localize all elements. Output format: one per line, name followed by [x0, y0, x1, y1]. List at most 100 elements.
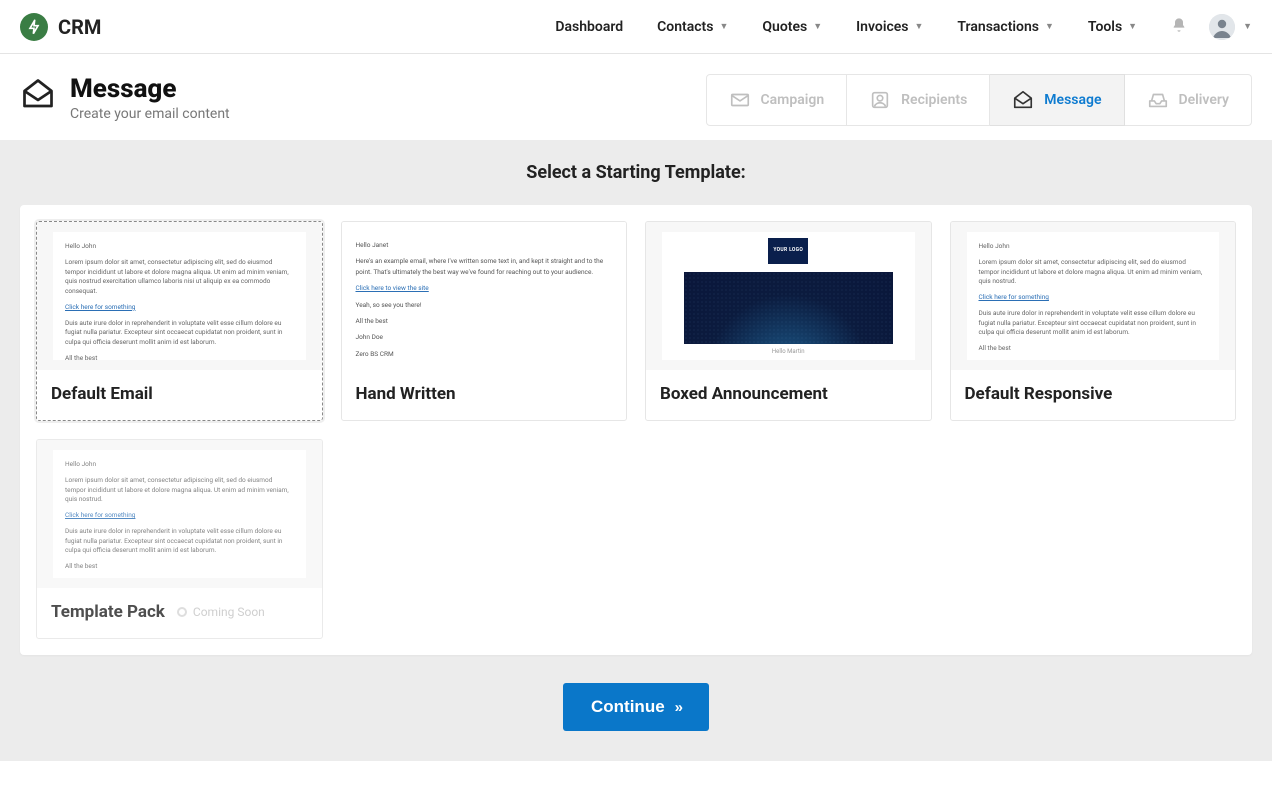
preview-greeting: Hello Janet: [356, 240, 613, 250]
preview-signoff: All the best: [979, 344, 1208, 354]
preview-link: Click here to view the site: [356, 283, 613, 293]
chevron-down-icon: ▼: [915, 21, 924, 32]
section-title: Select a Starting Template:: [20, 162, 1252, 183]
wizard-steps: Campaign Recipients Message Delivery: [706, 74, 1253, 126]
preview-text: Here's an example email, where I've writ…: [356, 256, 613, 277]
inbox-icon: [1147, 89, 1169, 111]
preview-greeting: Hello John: [65, 460, 294, 470]
brand-logo-icon: [20, 13, 48, 41]
preview-body: Hello John Lorem ipsum dolor sit amet, c…: [53, 450, 306, 578]
preview-signoff: All the best: [65, 354, 294, 360]
preview-logo: YOUR LOGO: [768, 238, 808, 264]
nav-dashboard[interactable]: Dashboard: [555, 19, 623, 35]
step-delivery[interactable]: Delivery: [1125, 74, 1253, 126]
envelope-open-icon: [1012, 89, 1034, 111]
preview-greeting: Hello John: [65, 242, 294, 252]
coming-soon-badge: Coming Soon: [177, 605, 265, 619]
top-bar: CRM Dashboard Contacts ▼ Quotes ▼ Invoic…: [0, 0, 1272, 54]
nav-transactions[interactable]: Transactions ▼: [957, 19, 1054, 35]
template-default-email[interactable]: Hello John Lorem ipsum dolor sit amet, c…: [36, 221, 323, 421]
template-title: Boxed Announcement: [660, 384, 828, 404]
body-area: Select a Starting Template: Hello John L…: [0, 140, 1272, 761]
preview-text: Lorem ipsum dolor sit amet, consectetur …: [65, 476, 294, 505]
users-icon: [869, 89, 891, 111]
step-label: Campaign: [761, 92, 825, 108]
preview-link: Click here for something: [979, 293, 1208, 303]
nav-label: Transactions: [957, 19, 1039, 35]
info-icon: [177, 607, 187, 617]
preview-text: Duis aute irure dolor in reprehenderit i…: [65, 319, 294, 348]
step-recipients[interactable]: Recipients: [847, 74, 990, 126]
preview-signoff: All the best: [65, 562, 294, 572]
preview-closing: All the best: [356, 316, 613, 326]
template-title: Default Responsive: [965, 384, 1113, 404]
preview-footer: Zero BS CRM: [356, 349, 613, 359]
template-default-responsive[interactable]: Hello John Lorem ipsum dolor sit amet, c…: [950, 221, 1237, 421]
nav-contacts[interactable]: Contacts ▼: [657, 19, 728, 35]
chevron-down-icon: ▼: [719, 21, 728, 32]
main-nav: Dashboard Contacts ▼ Quotes ▼ Invoices ▼…: [555, 14, 1252, 40]
preview-text: Duis aute irure dolor in reprehenderit i…: [65, 527, 294, 556]
preview-body: YOUR LOGO Hello Martin: [662, 232, 915, 360]
chevron-down-icon: ▼: [1045, 21, 1054, 32]
preview-link: Click here for something: [65, 303, 294, 313]
continue-wrap: Continue »: [20, 655, 1252, 731]
template-preview: Hello John Lorem ipsum dolor sit amet, c…: [37, 440, 322, 588]
template-hand-written[interactable]: Hello Janet Here's an example email, whe…: [341, 221, 628, 421]
continue-button[interactable]: Continue »: [563, 683, 709, 731]
page-title-block: Message Create your email content: [20, 74, 230, 122]
nav-label: Dashboard: [555, 19, 623, 35]
nav-tools[interactable]: Tools ▼: [1088, 19, 1137, 35]
template-boxed-announcement[interactable]: YOUR LOGO Hello Martin Boxed Announcemen…: [645, 221, 932, 421]
step-campaign[interactable]: Campaign: [706, 74, 848, 126]
nav-label: Contacts: [657, 19, 713, 35]
step-label: Recipients: [901, 92, 967, 108]
card-title-row: Default Responsive: [951, 370, 1236, 420]
envelope-open-icon: [20, 76, 56, 112]
envelope-icon: [729, 89, 751, 111]
template-panel: Hello John Lorem ipsum dolor sit amet, c…: [20, 205, 1252, 655]
preview-text: Lorem ipsum dolor sit amet, consectetur …: [979, 258, 1208, 287]
preview-caption: Hello Martin: [772, 348, 805, 355]
step-label: Message: [1044, 92, 1101, 108]
card-title-row: Hand Written: [342, 370, 627, 420]
continue-label: Continue: [591, 697, 665, 717]
chevrons-right-icon: »: [675, 699, 681, 716]
template-title: Template Pack: [51, 602, 165, 622]
preview-name: John Doe: [356, 332, 613, 342]
bell-icon[interactable]: [1171, 17, 1187, 37]
brand-name: CRM: [58, 15, 101, 39]
template-preview: YOUR LOGO Hello Martin: [646, 222, 931, 370]
nav-invoices[interactable]: Invoices ▼: [856, 19, 923, 35]
page-subtitle: Create your email content: [70, 106, 230, 122]
card-title-row: Default Email: [37, 370, 322, 420]
preview-text: Duis aute irure dolor in reprehenderit i…: [979, 309, 1208, 338]
preview-body: Hello Janet Here's an example email, whe…: [352, 230, 617, 362]
template-preview: Hello Janet Here's an example email, whe…: [342, 222, 627, 370]
template-preview: Hello John Lorem ipsum dolor sit amet, c…: [951, 222, 1236, 370]
chevron-down-icon: ▼: [813, 21, 822, 32]
step-label: Delivery: [1179, 92, 1230, 108]
user-menu[interactable]: ▼: [1209, 14, 1252, 40]
page-title: Message: [70, 74, 230, 104]
template-preview: Hello John Lorem ipsum dolor sit amet, c…: [37, 222, 322, 370]
nav-label: Tools: [1088, 19, 1122, 35]
step-message[interactable]: Message: [990, 74, 1124, 126]
template-template-pack: Hello John Lorem ipsum dolor sit amet, c…: [36, 439, 323, 639]
preview-body: Hello John Lorem ipsum dolor sit amet, c…: [967, 232, 1220, 360]
coming-soon-text: Coming Soon: [193, 605, 265, 619]
avatar: [1209, 14, 1235, 40]
template-title: Default Email: [51, 384, 153, 404]
template-grid: Hello John Lorem ipsum dolor sit amet, c…: [36, 221, 1236, 639]
brand[interactable]: CRM: [20, 13, 101, 41]
preview-body: Hello John Lorem ipsum dolor sit amet, c…: [53, 232, 306, 360]
card-title-row: Boxed Announcement: [646, 370, 931, 420]
preview-link: Click here for something: [65, 511, 294, 521]
nav-quotes[interactable]: Quotes ▼: [762, 19, 822, 35]
nav-right: ▼: [1171, 14, 1252, 40]
nav-label: Quotes: [762, 19, 807, 35]
chevron-down-icon: ▼: [1128, 21, 1137, 32]
page-header: Message Create your email content Campai…: [0, 54, 1272, 126]
preview-hero-image: [684, 272, 893, 344]
preview-greeting: Hello John: [979, 242, 1208, 252]
